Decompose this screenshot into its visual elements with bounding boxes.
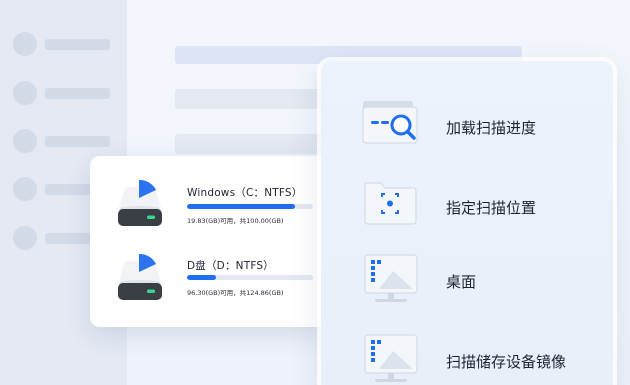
option-label: 扫描储存设备镜像 bbox=[446, 353, 567, 371]
option-label: 桌面 bbox=[446, 273, 477, 291]
hard-drive-icon bbox=[116, 252, 164, 308]
folder-target-icon bbox=[361, 177, 421, 233]
option-load-scan-progress[interactable]: 加载扫描进度 bbox=[321, 97, 613, 157]
image-monitor-icon bbox=[361, 331, 421, 385]
drive-item-d[interactable]: D盘（D：NTFS） 96.30(GB)可用，共124.86(GB) bbox=[90, 252, 338, 314]
drive-usage-bar bbox=[187, 275, 313, 280]
drive-usage-fill bbox=[187, 275, 216, 280]
drive-list-card: Windows（C：NTFS） 19.83(GB)可用，共100.00(GB) … bbox=[90, 156, 338, 327]
hard-drive-icon bbox=[116, 178, 164, 234]
drive-usage-fill bbox=[187, 204, 296, 209]
desktop-monitor-icon bbox=[361, 251, 421, 307]
option-specify-scan-location[interactable]: 指定扫描位置 bbox=[321, 177, 613, 237]
folder-search-icon bbox=[361, 97, 421, 153]
placeholder-nav-item bbox=[13, 129, 113, 153]
option-scan-device-image[interactable]: 扫描储存设备镜像 bbox=[321, 331, 613, 385]
drive-name: D盘（D：NTFS） bbox=[187, 260, 274, 272]
drive-item-c[interactable]: Windows（C：NTFS） 19.83(GB)可用，共100.00(GB) bbox=[90, 178, 338, 240]
drive-usage-text: 19.83(GB)可用，共100.00(GB) bbox=[187, 217, 284, 225]
scan-options-list: 加载扫描进度 指定扫描位置 桌面 扫描储存设备镜像 bbox=[321, 61, 613, 385]
drive-name: Windows（C：NTFS） bbox=[187, 187, 303, 199]
option-desktop[interactable]: 桌面 bbox=[321, 251, 613, 311]
placeholder-nav-item bbox=[13, 32, 113, 56]
option-label: 指定扫描位置 bbox=[446, 199, 537, 217]
scan-options-panel: 加载扫描进度 指定扫描位置 桌面 扫描储存设备镜像 bbox=[317, 57, 617, 385]
drive-usage-bar bbox=[187, 204, 313, 209]
placeholder-nav-item bbox=[13, 81, 113, 105]
placeholder-bar bbox=[175, 89, 325, 109]
drive-usage-text: 96.30(GB)可用，共124.86(GB) bbox=[187, 289, 284, 297]
option-label: 加载扫描进度 bbox=[446, 119, 537, 137]
placeholder-bar bbox=[175, 134, 325, 154]
